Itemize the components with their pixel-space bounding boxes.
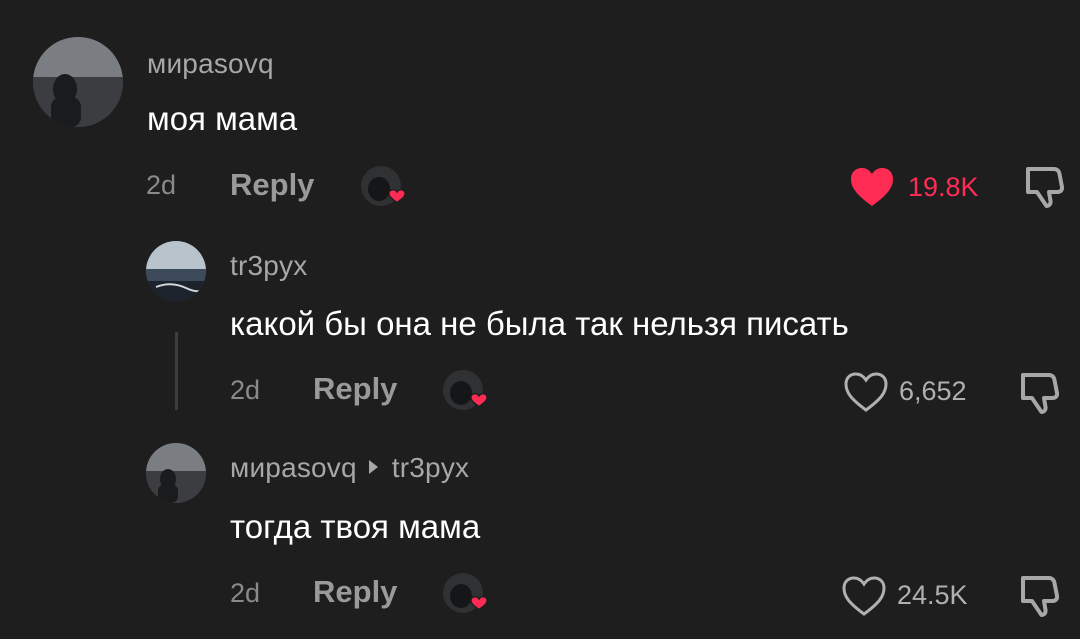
creator-liked-badge-icon [442,572,492,616]
comment-username[interactable]: tr3pyx [230,250,307,282]
comment-timestamp: 2d [230,578,261,608]
comment-text: какой бы она не была так нельзя писать [230,305,849,342]
thumbs-down-icon[interactable] [1018,369,1062,415]
reply-to-username[interactable]: tr3pyx [392,452,469,483]
comments-panel: мираsovq моя мама 2d Reply 19.8K tr3pyx … [0,0,1080,639]
thread-line [175,332,178,410]
comment-timestamp: 2d [146,170,177,200]
like-count: 19.8K [908,172,979,202]
avatar[interactable] [146,241,206,301]
like-count: 24.5K [897,580,968,610]
comment-text: моя мама [147,100,298,137]
reply-arrow-icon [368,460,378,474]
avatar[interactable] [33,37,123,127]
comment-text: тогда твоя мама [230,508,481,545]
comment-username[interactable]: мираsovq [230,452,357,483]
reply-button[interactable]: Reply [313,371,397,407]
comment-timestamp: 2d [230,375,261,405]
thumbs-down-icon[interactable] [1018,572,1062,618]
heart-icon[interactable] [849,166,895,208]
heart-icon[interactable] [843,371,889,413]
heart-icon[interactable] [841,575,887,617]
comment-username-row: мираsovq tr3pyx [230,452,469,484]
reply-button[interactable]: Reply [230,167,314,203]
avatar[interactable] [146,443,206,503]
creator-liked-badge-icon [360,165,410,209]
thumbs-down-icon[interactable] [1023,163,1067,209]
like-count: 6,652 [899,376,967,406]
creator-liked-badge-icon [442,369,492,413]
reply-button[interactable]: Reply [313,574,397,610]
comment-username[interactable]: мираsovq [147,48,274,80]
